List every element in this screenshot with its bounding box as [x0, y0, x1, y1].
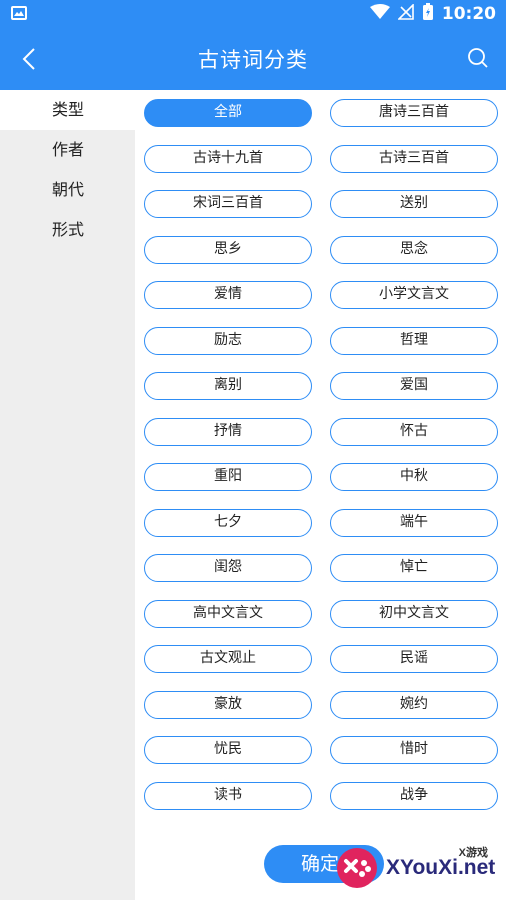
tag-button[interactable]: 端午 [330, 508, 498, 537]
search-icon [468, 48, 488, 68]
watermark-top-text: X游戏 [458, 847, 488, 859]
tag-button[interactable]: 中秋 [330, 463, 498, 491]
status-bar: 10:20 [0, 0, 506, 28]
search-button[interactable] [466, 46, 490, 70]
tag-button[interactable]: 七夕 [144, 508, 312, 537]
tag-button[interactable]: 惜时 [330, 736, 498, 764]
signal-icon [396, 3, 414, 24]
image-notification-icon [11, 6, 27, 20]
tag-button[interactable]: 豪放 [144, 690, 312, 719]
app-header: 古诗词分类 [0, 28, 506, 90]
tag-button[interactable]: 民谣 [330, 645, 498, 673]
tag-button[interactable]: 全部 [144, 99, 312, 127]
tag-button[interactable]: 励志 [144, 326, 312, 355]
category-sidebar: 类型 作者 朝代 形式 [0, 90, 135, 900]
tag-button[interactable]: 唐诗三百首 [330, 99, 498, 127]
tag-button[interactable]: 怀古 [330, 417, 498, 446]
wifi-icon [369, 4, 390, 24]
gamepad-logo-icon [337, 848, 377, 888]
tag-button[interactable]: 哲理 [330, 326, 498, 355]
sidebar-item-type[interactable]: 类型 [0, 90, 135, 130]
sidebar-item-dynasty[interactable]: 朝代 [0, 170, 135, 210]
tag-button[interactable]: 婉约 [330, 690, 498, 719]
tag-button[interactable]: 古文观止 [144, 645, 312, 673]
watermark-logo: XYouXi.net X游戏 [334, 842, 502, 894]
tag-button[interactable]: 思乡 [144, 235, 312, 264]
tag-button[interactable]: 思念 [330, 235, 498, 264]
tag-button[interactable]: 悼亡 [330, 554, 498, 582]
battery-charging-icon [422, 3, 434, 25]
tag-button[interactable]: 初中文言文 [330, 599, 498, 628]
tag-panel: 全部 唐诗三百首 古诗十九首 古诗三百首 宋词三百首 送别 思乡 思念 爱情 小… [135, 90, 506, 900]
tag-button[interactable]: 古诗十九首 [144, 144, 312, 173]
tag-grid: 全部 唐诗三百首 古诗十九首 古诗三百首 宋词三百首 送别 思乡 思念 爱情 小… [144, 99, 498, 810]
sidebar-item-author[interactable]: 作者 [0, 130, 135, 170]
tag-button[interactable]: 爱情 [144, 281, 312, 309]
tag-button[interactable]: 读书 [144, 781, 312, 810]
tag-button[interactable]: 小学文言文 [330, 281, 498, 309]
tag-button[interactable]: 爱国 [330, 372, 498, 400]
tag-button[interactable]: 高中文言文 [144, 599, 312, 628]
status-time: 10:20 [441, 4, 496, 24]
tag-button[interactable]: 古诗三百首 [330, 144, 498, 173]
tag-button[interactable]: 闺怨 [144, 554, 312, 582]
tag-button[interactable]: 抒情 [144, 417, 312, 446]
page-title: 古诗词分类 [198, 48, 308, 72]
tag-button[interactable]: 送别 [330, 190, 498, 218]
tag-button[interactable]: 战争 [330, 781, 498, 810]
sidebar-item-form[interactable]: 形式 [0, 210, 135, 250]
tag-button[interactable]: 离别 [144, 372, 312, 400]
tag-button[interactable]: 宋词三百首 [144, 190, 312, 218]
tag-button[interactable]: 重阳 [144, 463, 312, 491]
tag-button[interactable]: 忧民 [144, 736, 312, 764]
